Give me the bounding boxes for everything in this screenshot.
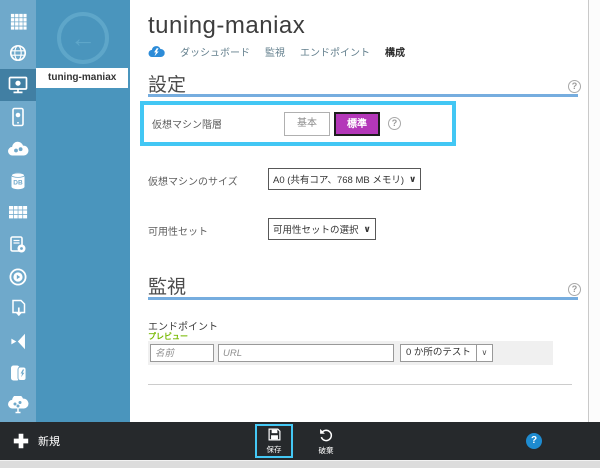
- svg-text:DB: DB: [13, 180, 23, 187]
- availability-set-select[interactable]: 可用性セットの選択 ∨: [268, 218, 376, 240]
- tier-standard-button[interactable]: 標準: [334, 111, 380, 136]
- vm-tier-toggle: 基本 標準: [284, 111, 380, 136]
- tab-bar: ダッシュボード 監視 エンドポイント 構成: [148, 44, 405, 59]
- settings-section-rule: [148, 94, 578, 97]
- command-bar-center: 保存 破棄: [255, 422, 345, 460]
- new-button-label: 新規: [38, 436, 60, 448]
- endpoint-divider: [148, 384, 572, 385]
- vm-size-label: 仮想マシンのサイズ: [148, 177, 238, 188]
- tab-dashboard[interactable]: ダッシュボード: [180, 44, 250, 59]
- monitoring-section-title: 監視: [148, 277, 187, 298]
- endpoint-url-input[interactable]: [218, 344, 394, 362]
- discard-undo-icon: [320, 428, 333, 441]
- vm-size-select[interactable]: A0 (共有コア、768 MB メモリ) ∨: [268, 168, 422, 190]
- tab-monitor[interactable]: 監視: [265, 44, 285, 59]
- scrollbar-track[interactable]: [588, 0, 600, 422]
- azure-classic-portal: DB ← tuning-maniax tuning-maniax ダッシュボード…: [0, 0, 600, 468]
- save-floppy-icon: [268, 428, 280, 441]
- service-icon-strip: DB: [0, 0, 36, 442]
- vm-size-value: A0 (共有コア、768 MB メモリ): [273, 175, 405, 186]
- plus-icon: [13, 433, 29, 449]
- tab-configure[interactable]: 構成: [385, 44, 405, 59]
- availability-set-label: 可用性セット: [148, 227, 208, 238]
- automation-cloud-icon[interactable]: [0, 389, 36, 421]
- virtual-machines-icon[interactable]: [0, 69, 36, 101]
- monitoring-section-rule: [148, 297, 578, 300]
- quick-glance-cloud-icon: [148, 46, 165, 58]
- mobile-services-icon[interactable]: [0, 101, 36, 133]
- tab-endpoints[interactable]: エンドポイント: [300, 44, 370, 59]
- endpoint-entry-row: 0 か所のテスト ∨: [148, 341, 553, 365]
- vm-tier-label: 仮想マシン階層: [152, 120, 222, 131]
- storage-tables-icon[interactable]: [0, 197, 36, 229]
- back-arrow-icon: ←: [70, 23, 96, 53]
- monitoring-help-icon[interactable]: ?: [568, 283, 581, 296]
- cloud-services-icon[interactable]: [0, 133, 36, 165]
- save-button[interactable]: 保存: [255, 424, 293, 458]
- new-button[interactable]: 新規: [12, 422, 60, 460]
- import-document-icon[interactable]: [0, 293, 36, 325]
- settings-help-icon[interactable]: ?: [568, 80, 581, 93]
- status-strip: [0, 460, 600, 468]
- back-button[interactable]: ←: [57, 12, 109, 64]
- help-button[interactable]: ?: [526, 433, 542, 449]
- command-bar: 新規 保存 破棄 ?: [0, 422, 600, 460]
- endpoint-name-input[interactable]: [150, 344, 214, 362]
- page-title: tuning-maniax: [148, 12, 306, 39]
- save-button-label: 保存: [266, 445, 282, 454]
- all-items-grid-icon[interactable]: [0, 5, 36, 37]
- help-icon: ?: [530, 435, 538, 446]
- discard-button-label: 破棄: [318, 445, 334, 455]
- websites-globe-icon[interactable]: [0, 37, 36, 69]
- sql-databases-icon[interactable]: DB: [0, 165, 36, 197]
- sidebar-item-vm[interactable]: tuning-maniax: [36, 68, 128, 88]
- chevron-down-icon: ∨: [475, 344, 493, 362]
- vm-tier-highlight-box: 仮想マシン階層 基本 標準 ?: [140, 101, 456, 146]
- hdinsight-icon[interactable]: [0, 229, 36, 261]
- visual-studio-icon[interactable]: [0, 325, 36, 357]
- availability-set-value: 可用性セットの選択: [273, 225, 359, 236]
- chevron-down-icon: ∨: [409, 173, 417, 184]
- tier-basic-button[interactable]: 基本: [284, 111, 330, 136]
- settings-section-title: 設定: [148, 75, 187, 96]
- vm-tier-help-icon[interactable]: ?: [388, 117, 401, 130]
- endpoint-test-select[interactable]: 0 か所のテスト ∨: [400, 344, 493, 362]
- navigation-panel: ← tuning-maniax: [36, 0, 130, 422]
- backup-vault-icon[interactable]: [0, 357, 36, 389]
- main-content: tuning-maniax ダッシュボード 監視 エンドポイント 構成 設定 ?…: [130, 0, 588, 422]
- chevron-down-icon: ∨: [363, 223, 371, 234]
- media-services-icon[interactable]: [0, 261, 36, 293]
- discard-button[interactable]: 破棄: [307, 424, 345, 458]
- endpoint-test-value: 0 か所のテスト: [400, 344, 476, 362]
